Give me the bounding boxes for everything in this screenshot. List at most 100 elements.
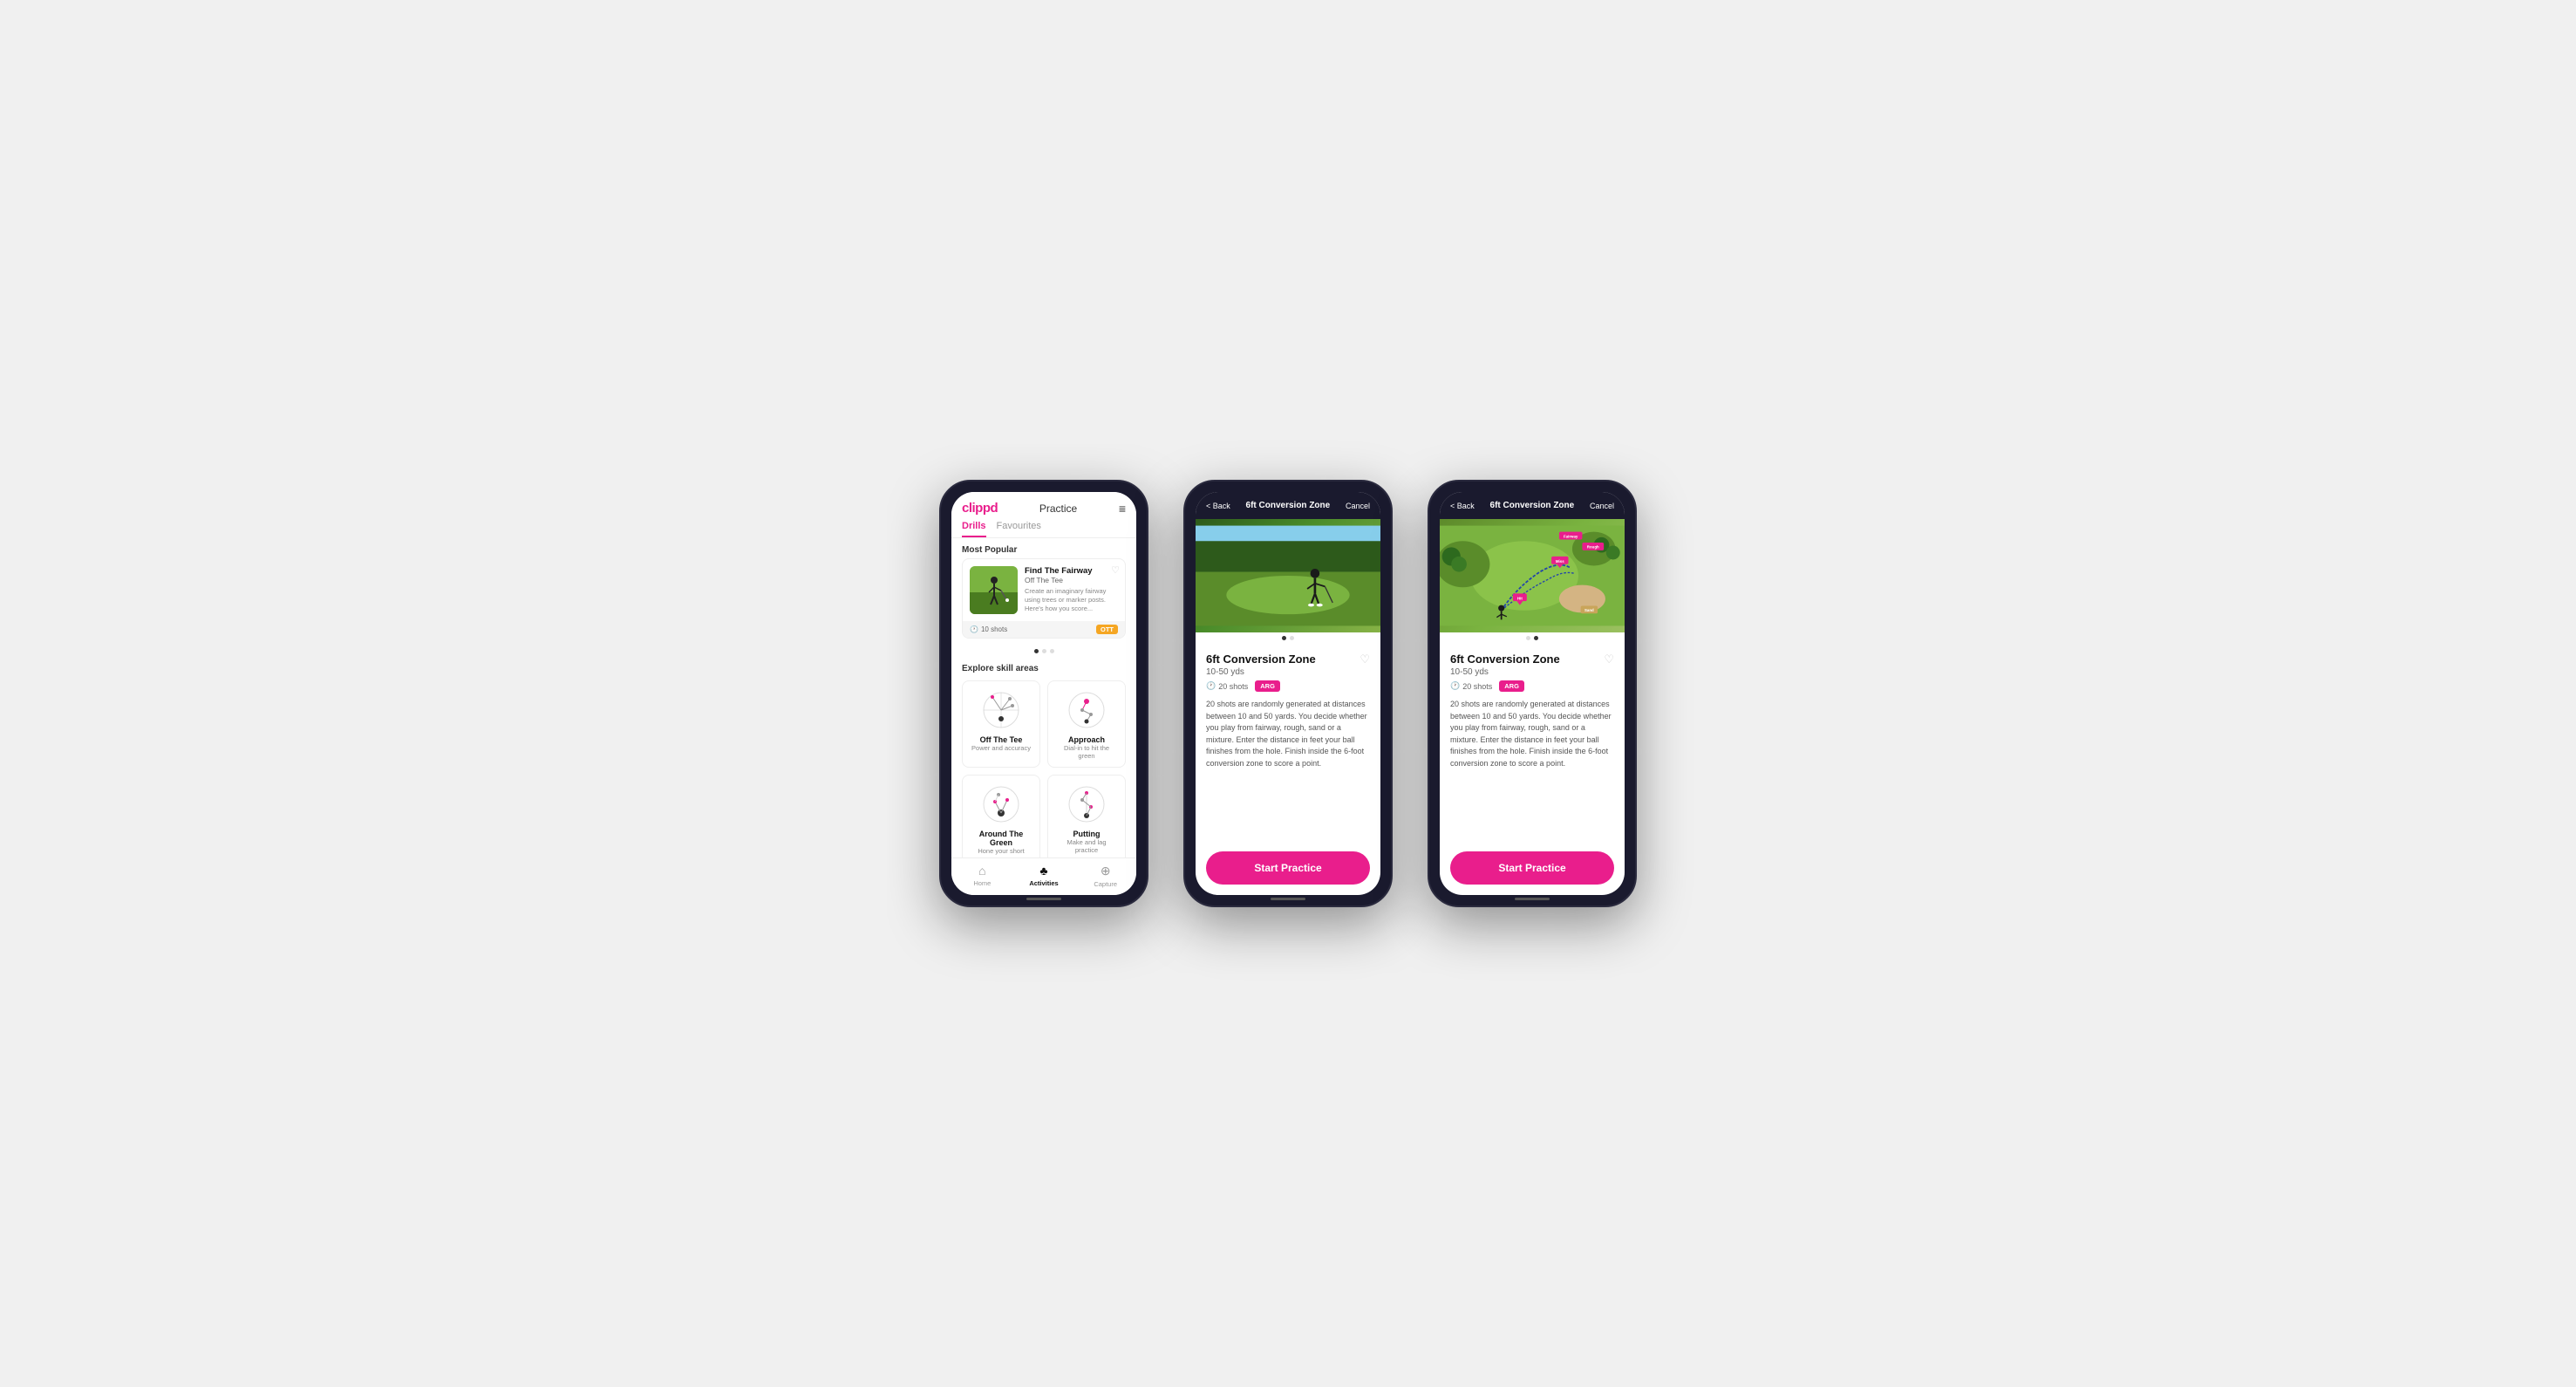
activities-icon: ♣ (1039, 864, 1047, 878)
nav-home-label: Home (973, 879, 991, 887)
svg-text:Hit: Hit (1517, 596, 1523, 600)
detail-description-2: 20 shots are randomly generated at dista… (1206, 699, 1370, 769)
detail-shots-2: 🕐 20 shots (1206, 681, 1248, 691)
ott-icon (979, 688, 1023, 732)
tab-favourites[interactable]: Favourites (997, 521, 1041, 537)
app-logo: clippd (962, 501, 998, 516)
detail-drill-name-3: 6ft Conversion Zone (1450, 653, 1614, 666)
detail-dots-3 (1440, 632, 1625, 644)
nav-activities-label: Activities (1029, 879, 1058, 887)
back-button-3[interactable]: < Back (1450, 502, 1475, 510)
detail-meta-3: 🕐 20 shots ARG (1450, 680, 1614, 692)
phone-3: < Back 6ft Conversion Zone Cancel (1428, 480, 1637, 907)
favourite-icon[interactable]: ♡ (1111, 564, 1120, 576)
detail-range-3: 10-50 yds (1450, 667, 1614, 677)
detail-tag-3: ARG (1499, 680, 1524, 692)
svg-text:Fairway: Fairway (1564, 534, 1578, 538)
skill-card-approach[interactable]: Approach Dial-in to hit the green (1047, 680, 1126, 768)
drill-description: Create an imaginary fairway using trees … (1025, 587, 1118, 612)
skill-desc-putting: Make and lag practice (1055, 838, 1118, 854)
drill-name: Find The Fairway (1025, 566, 1118, 576)
putting-icon (1065, 782, 1108, 826)
favourite-icon-3[interactable]: ♡ (1604, 653, 1614, 666)
drill-tag: OTT (1096, 625, 1118, 634)
skill-grid: Off The Tee Power and accuracy (951, 677, 1136, 857)
detail-title-3: 6ft Conversion Zone (1490, 501, 1575, 510)
home-indicator (1026, 898, 1061, 900)
detail-tag-2: ARG (1255, 680, 1280, 692)
skill-name-approach: Approach (1055, 735, 1118, 744)
skill-name-ott: Off The Tee (970, 735, 1032, 744)
detail-title-2: 6ft Conversion Zone (1246, 501, 1331, 510)
phone-2: < Back 6ft Conversion Zone Cancel (1183, 480, 1393, 907)
clock-icon: 🕐 (970, 625, 978, 633)
menu-icon[interactable]: ≡ (1119, 502, 1126, 516)
approach-icon (1065, 688, 1108, 732)
carousel-dots (951, 646, 1136, 657)
phone-1-screen: clippd Practice ≡ Drills Favourites Most… (951, 492, 1136, 895)
phone-2-screen: < Back 6ft Conversion Zone Cancel (1196, 492, 1380, 895)
phone-3-screen: < Back 6ft Conversion Zone Cancel (1440, 492, 1625, 895)
cancel-button-2[interactable]: Cancel (1346, 502, 1370, 510)
drills-content: Most Popular ♡ (951, 538, 1136, 857)
dot-active-3 (1534, 636, 1538, 640)
svg-text:Rough: Rough (1587, 545, 1599, 550)
capture-icon: ⊕ (1101, 864, 1111, 878)
start-practice-button-3[interactable]: Start Practice (1450, 851, 1614, 885)
drill-photo (1196, 519, 1380, 632)
nav-activities[interactable]: ♣ Activities (1013, 864, 1075, 888)
bottom-nav: ⌂ Home ♣ Activities ⊕ Capture (951, 857, 1136, 895)
skill-name-putting: Putting (1055, 830, 1118, 838)
detail-dots-2 (1196, 632, 1380, 644)
home-icon: ⌂ (978, 864, 985, 878)
drill-shots: 🕐 10 shots (970, 625, 1007, 633)
detail-description-3: 20 shots are randomly generated at dista… (1450, 699, 1614, 769)
phone-1: clippd Practice ≡ Drills Favourites Most… (939, 480, 1148, 907)
home-indicator-2 (1271, 898, 1305, 900)
drill-footer: 🕐 10 shots OTT (963, 621, 1125, 638)
cancel-button-3[interactable]: Cancel (1590, 502, 1614, 510)
back-button-2[interactable]: < Back (1206, 502, 1230, 510)
atg-icon (979, 782, 1023, 826)
clock-icon-3: 🕐 (1450, 681, 1460, 691)
drill-map: Miss Hit Fairway Rough (1440, 519, 1625, 632)
tab-drills[interactable]: Drills (962, 521, 986, 537)
nav-capture[interactable]: ⊕ Capture (1074, 864, 1136, 888)
drill-card-find-fairway[interactable]: ♡ (962, 558, 1126, 639)
drill-thumbnail (970, 566, 1018, 614)
detail-shots-3: 🕐 20 shots (1450, 681, 1492, 691)
skill-name-atg: Around The Green (970, 830, 1032, 847)
start-practice-button-2[interactable]: Start Practice (1206, 851, 1370, 885)
skill-desc-approach: Dial-in to hit the green (1055, 744, 1118, 760)
dot-1-3 (1526, 636, 1530, 640)
detail-header-2: < Back 6ft Conversion Zone Cancel (1196, 492, 1380, 519)
detail-range-2: 10-50 yds (1206, 667, 1370, 677)
skill-card-putting[interactable]: Putting Make and lag practice (1047, 775, 1126, 857)
home-indicator-3 (1515, 898, 1550, 900)
detail-body-3: ♡ 6ft Conversion Zone 10-50 yds 🕐 20 sho… (1440, 644, 1625, 844)
dot-active (1282, 636, 1286, 640)
skill-desc-atg: Hone your short game (970, 847, 1032, 857)
explore-title: Explore skill areas (951, 657, 1136, 677)
detail-drill-name-2: 6ft Conversion Zone (1206, 653, 1370, 666)
phones-container: clippd Practice ≡ Drills Favourites Most… (939, 480, 1637, 907)
skill-card-ott[interactable]: Off The Tee Power and accuracy (962, 680, 1040, 768)
svg-text:Miss: Miss (1556, 559, 1564, 564)
dot-2 (1290, 636, 1294, 640)
tabs-bar: Drills Favourites (951, 516, 1136, 538)
drill-card-inner: Find The Fairway Off The Tee Create an i… (963, 559, 1125, 621)
detail-meta-2: 🕐 20 shots ARG (1206, 680, 1370, 692)
clock-icon-2: 🕐 (1206, 681, 1216, 691)
dot-2 (1042, 649, 1046, 653)
skill-card-atg[interactable]: Around The Green Hone your short game (962, 775, 1040, 857)
dot-3 (1050, 649, 1054, 653)
detail-header-3: < Back 6ft Conversion Zone Cancel (1440, 492, 1625, 519)
favourite-icon-2[interactable]: ♡ (1360, 653, 1370, 666)
nav-home[interactable]: ⌂ Home (951, 864, 1013, 888)
detail-body-2: ♡ 6ft Conversion Zone 10-50 yds 🕐 20 sho… (1196, 644, 1380, 844)
drill-info: Find The Fairway Off The Tee Create an i… (1025, 566, 1118, 614)
nav-capture-label: Capture (1094, 880, 1117, 888)
skill-desc-ott: Power and accuracy (970, 744, 1032, 752)
most-popular-title: Most Popular (951, 538, 1136, 558)
dot-1 (1034, 649, 1039, 653)
